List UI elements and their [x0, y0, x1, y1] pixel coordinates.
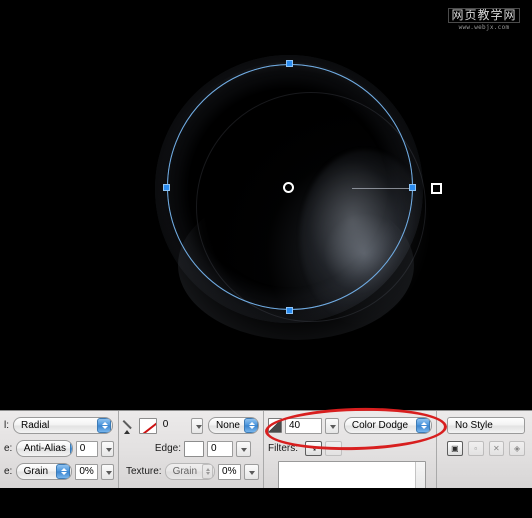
fill-antialias-value: Anti-Alias — [24, 441, 66, 456]
blend-mode-value: Color Dodge — [352, 418, 408, 433]
blend-mode-dropdown[interactable]: Color Dodge — [344, 417, 432, 434]
window-footer — [0, 488, 532, 518]
fill-antialias-amount[interactable]: 0 — [76, 441, 98, 457]
chevron-updown-icon — [416, 418, 430, 433]
gradient-handle-center[interactable] — [283, 182, 294, 193]
filters-list[interactable] — [278, 461, 426, 490]
edge-label: Edge: — [123, 443, 181, 454]
application-window: 网页教学网 www.webjx.com l: Radial e: Anti-Al… — [0, 0, 532, 518]
fill-texture-dropdown[interactable]: Grain — [16, 463, 73, 480]
fill-texture-value: Grain — [24, 464, 48, 479]
effects-section: 40 Color Dodge Filters: ➘ — [264, 411, 436, 489]
fill-antialias-dropdown[interactable]: Anti-Alias — [16, 440, 73, 457]
fill-texture-menu-button[interactable] — [101, 464, 114, 480]
stroke-style-dropdown[interactable]: None — [208, 417, 259, 434]
gradient-handle-top[interactable] — [286, 60, 293, 67]
document-canvas[interactable]: 网页教学网 www.webjx.com — [0, 0, 532, 410]
watermark: 网页教学网 www.webjx.com — [440, 4, 528, 36]
pen-icon — [123, 419, 136, 433]
watermark-url: www.webjx.com — [459, 24, 510, 32]
fill-antialias-label: e: — [4, 443, 13, 454]
stroke-texture-dropdown[interactable]: Grain — [165, 463, 215, 480]
remove-filter-icon[interactable] — [325, 441, 342, 456]
gradient-axis-line — [352, 188, 414, 189]
stroke-texture-menu-button[interactable] — [244, 464, 259, 480]
style-options-button[interactable]: ◈ — [509, 441, 525, 456]
opacity-menu-button[interactable] — [325, 418, 339, 434]
fill-texture-amount[interactable]: 0% — [75, 464, 97, 480]
add-filter-icon[interactable]: ➘ — [305, 441, 322, 456]
stroke-width-value[interactable]: 0 — [160, 418, 188, 434]
stroke-menu-button[interactable] — [191, 418, 203, 434]
redefine-style-button[interactable]: ▫ — [468, 441, 484, 456]
fill-texture-label: e: — [4, 466, 13, 477]
style-value: No Style — [455, 418, 493, 433]
edge-swatch[interactable] — [184, 441, 204, 457]
delete-style-button[interactable]: ✕ — [489, 441, 505, 456]
gradient-handle-right[interactable] — [409, 184, 416, 191]
fill-type-dropdown[interactable]: Radial — [13, 417, 113, 434]
styles-section: No Style ▣ ▫ ✕ ◈ — [437, 411, 529, 489]
no-stroke-swatch[interactable] — [139, 418, 157, 434]
inspector-toolbar: l: Radial e: Anti-Alias 0 e: Grain — [0, 410, 532, 489]
gradient-handle-outer[interactable] — [431, 183, 442, 194]
stepper-icon — [202, 464, 213, 479]
stroke-texture-label: Texture: — [123, 466, 162, 477]
gradient-handle-bottom[interactable] — [286, 307, 293, 314]
stroke-section: 0 None Edge: 0 Texture: Grain 0% — [119, 411, 263, 489]
opacity-value[interactable]: 40 — [285, 418, 322, 434]
style-dropdown[interactable]: No Style — [447, 417, 525, 434]
fill-type-label: l: — [4, 420, 10, 431]
chevron-updown-icon — [244, 418, 258, 433]
chevron-updown-icon — [97, 418, 111, 433]
chevron-updown-icon — [56, 464, 70, 479]
opacity-icon — [268, 418, 282, 433]
fill-section: l: Radial e: Anti-Alias 0 e: Grain — [0, 411, 118, 489]
filters-label: Filters: — [268, 443, 302, 454]
new-style-button[interactable]: ▣ — [447, 441, 463, 456]
stroke-texture-amount[interactable]: 0% — [218, 464, 241, 480]
fill-type-value: Radial — [21, 418, 49, 433]
stroke-style-value: None — [216, 418, 240, 433]
chevron-updown-icon — [70, 441, 73, 456]
watermark-title: 网页教学网 — [448, 8, 519, 23]
edge-menu-button[interactable] — [236, 441, 251, 457]
fill-antialias-menu-button[interactable] — [101, 441, 114, 457]
gradient-handle-left[interactable] — [163, 184, 170, 191]
stroke-texture-value: Grain — [173, 464, 197, 479]
edge-value[interactable]: 0 — [207, 441, 233, 457]
